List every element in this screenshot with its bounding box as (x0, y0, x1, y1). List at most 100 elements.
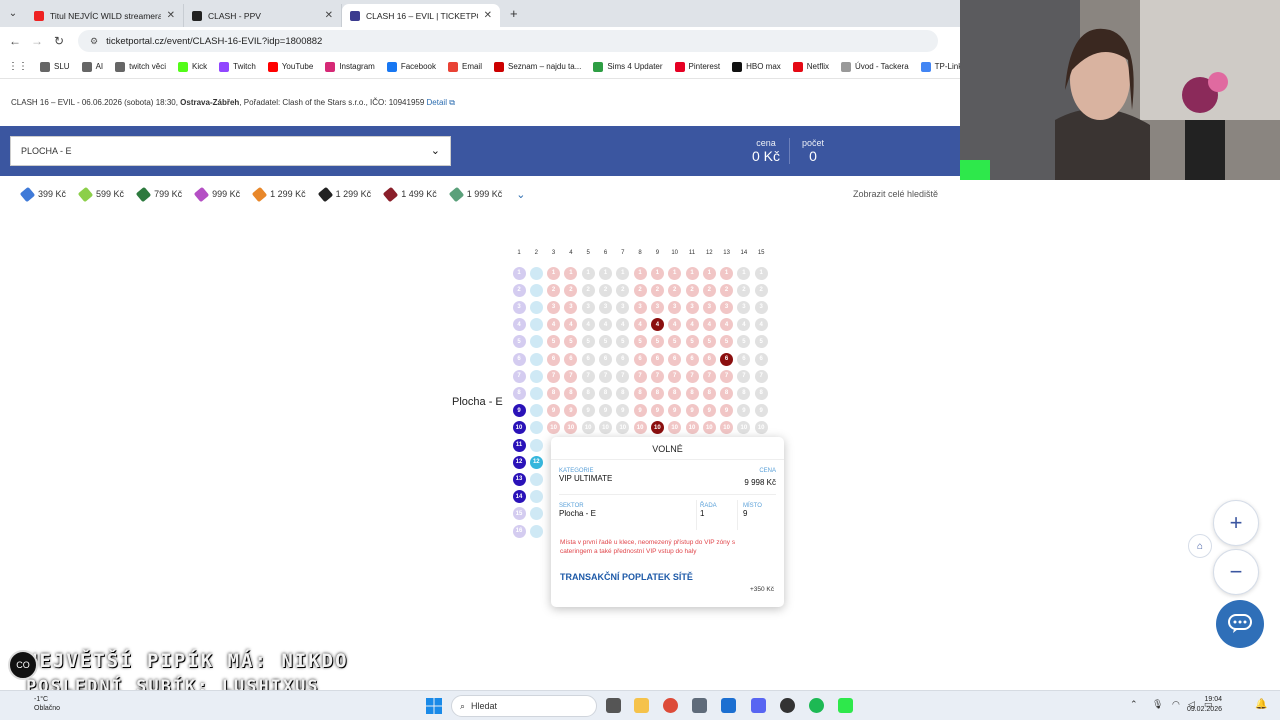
seat[interactable]: 13 (512, 472, 526, 486)
seat[interactable]: 1 (616, 266, 630, 280)
seat[interactable]: 15 (512, 507, 526, 521)
seat[interactable]: 1 (512, 266, 526, 280)
bookmark-item[interactable]: Netflix (792, 61, 829, 72)
bookmark-item[interactable]: HBO max (732, 61, 781, 72)
seat[interactable]: 7 (720, 369, 734, 383)
site-info-icon[interactable]: ⚙ (90, 36, 98, 47)
seat[interactable]: 2 (547, 283, 561, 297)
seat[interactable]: 9 (633, 404, 647, 418)
price-category[interactable]: 1 299 Kč (251, 186, 306, 202)
seat[interactable]: 1 (581, 266, 595, 280)
seat[interactable]: 3 (668, 300, 682, 314)
seat[interactable]: 9 (599, 404, 612, 418)
clock[interactable]: 19:04 09.02.2026 (1187, 695, 1222, 715)
seat[interactable]: 2 (720, 283, 734, 297)
weather-widget[interactable]: -1°C Oblačno (34, 695, 60, 713)
seat[interactable]: 3 (685, 300, 699, 314)
obs-icon[interactable] (780, 698, 795, 713)
bookmark-item[interactable]: Email (447, 61, 482, 72)
seat[interactable]: 7 (547, 369, 561, 383)
microphone-icon[interactable]: 🎙 (1152, 699, 1163, 710)
seat[interactable]: 2 (599, 283, 612, 297)
seat[interactable]: 7 (599, 369, 612, 383)
seat[interactable]: 3 (512, 300, 526, 314)
seat[interactable]: 8 (547, 386, 561, 400)
seat[interactable]: 10 (581, 421, 595, 435)
seat[interactable]: 4 (599, 318, 612, 332)
seat[interactable]: 8 (702, 386, 716, 400)
seat[interactable]: 6 (564, 352, 578, 366)
seat[interactable]: 6 (547, 352, 561, 366)
tab-search-icon[interactable]: ⌄ (0, 0, 26, 27)
seat[interactable]: 8 (754, 386, 768, 400)
seat[interactable]: 4 (702, 318, 716, 332)
seat[interactable] (529, 352, 543, 366)
seat[interactable]: 10 (512, 421, 526, 435)
sector-select[interactable]: PLOCHA - E ⌄ (10, 136, 451, 166)
browser-tab-1[interactable]: Titul NEJVÍC WILD streamera na ✕ (26, 4, 184, 27)
price-category[interactable]: 599 Kč (77, 186, 124, 202)
seat[interactable]: 4 (685, 318, 699, 332)
seat[interactable]: 7 (616, 369, 630, 383)
seat[interactable]: 7 (581, 369, 595, 383)
seat[interactable]: 7 (650, 369, 664, 383)
seat[interactable]: 4 (754, 318, 768, 332)
seat[interactable] (529, 472, 543, 486)
seat[interactable]: 8 (512, 386, 526, 400)
seat[interactable]: 16 (512, 524, 526, 538)
seat[interactable]: 6 (720, 352, 734, 366)
seat[interactable]: 8 (685, 386, 699, 400)
seat[interactable]: 6 (702, 352, 716, 366)
seat[interactable]: 3 (754, 300, 768, 314)
seat[interactable]: 11 (512, 438, 526, 452)
reload-icon[interactable]: ↻ (48, 34, 70, 48)
seat[interactable]: 6 (512, 352, 526, 366)
seat[interactable]: 5 (581, 335, 595, 349)
bookmark-item[interactable]: Kick (178, 61, 207, 72)
seat[interactable] (529, 369, 543, 383)
price-category[interactable]: 799 Kč (135, 186, 182, 202)
seat[interactable] (529, 300, 543, 314)
seat[interactable] (529, 386, 543, 400)
close-icon[interactable]: ✕ (484, 10, 492, 21)
seat[interactable]: 5 (633, 335, 647, 349)
seat[interactable]: 1 (702, 266, 716, 280)
seat[interactable]: 2 (754, 283, 768, 297)
seat[interactable]: 2 (633, 283, 647, 297)
seat[interactable]: 2 (581, 283, 595, 297)
seat[interactable]: 9 (512, 404, 526, 418)
seat[interactable] (529, 524, 543, 538)
seat[interactable] (529, 404, 543, 418)
settings-icon[interactable] (692, 698, 707, 713)
detail-link[interactable]: Detail (427, 98, 447, 107)
seat[interactable]: 6 (633, 352, 647, 366)
seat[interactable] (529, 266, 543, 280)
chrome-icon[interactable] (663, 698, 678, 713)
seat[interactable]: 1 (668, 266, 682, 280)
seat[interactable]: 7 (702, 369, 716, 383)
bookmark-item[interactable]: Seznam – najdu ta... (494, 61, 581, 72)
back-arrow-icon[interactable]: ← (4, 34, 26, 48)
new-tab-plus-icon[interactable]: + (510, 6, 518, 21)
seat[interactable]: 6 (581, 352, 595, 366)
zoom-in-button[interactable]: + (1213, 500, 1259, 546)
seat[interactable]: 4 (512, 318, 526, 332)
seat[interactable]: 4 (650, 318, 664, 332)
seat[interactable]: 7 (668, 369, 682, 383)
spotify-icon[interactable] (809, 698, 824, 713)
seat[interactable]: 5 (512, 335, 526, 349)
seat[interactable]: 6 (616, 352, 630, 366)
seat[interactable]: 8 (633, 386, 647, 400)
seat[interactable]: 6 (685, 352, 699, 366)
seat[interactable]: 7 (754, 369, 768, 383)
bookmark-item[interactable]: AI (81, 61, 103, 72)
seat[interactable]: 8 (668, 386, 682, 400)
browser-tab-3[interactable]: CLASH 16 – EVIL | TICKETPORTAL ✕ (342, 4, 500, 27)
seat[interactable]: 12 (512, 455, 526, 469)
bookmark-item[interactable]: TP-Link T (920, 61, 960, 72)
seat[interactable]: 1 (754, 266, 768, 280)
seat[interactable]: 4 (581, 318, 595, 332)
seat[interactable]: 1 (633, 266, 647, 280)
close-icon[interactable]: ✕ (167, 10, 175, 21)
task-view-icon[interactable] (606, 698, 621, 713)
